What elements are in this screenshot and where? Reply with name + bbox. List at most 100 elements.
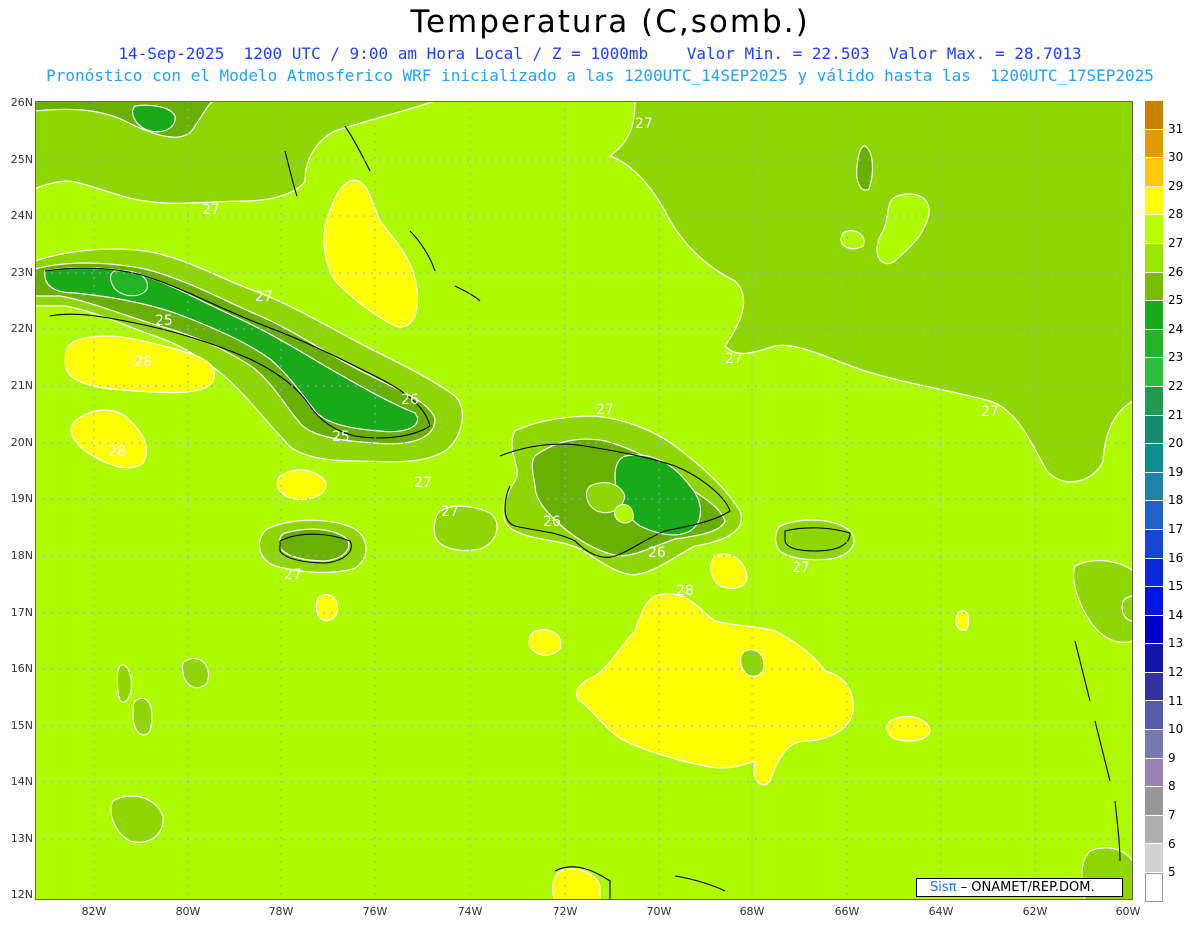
field-29-small-4 — [886, 715, 931, 742]
colorbar-segment — [1145, 529, 1163, 559]
colorbar-segment — [1145, 615, 1163, 645]
colorbar-segment — [1145, 873, 1163, 902]
contour-label: 26 — [648, 545, 666, 561]
colorbar-segment — [1145, 644, 1163, 673]
colorbar-segment — [1145, 844, 1163, 874]
colorbar-segment — [1145, 129, 1163, 159]
contour-label: 27 — [414, 475, 432, 491]
colorbar-segment — [1145, 701, 1163, 731]
lat-label: 12N — [10, 888, 33, 901]
subtitle-model-info: Pronóstico con el Modelo Atmosferico WRF… — [46, 66, 1154, 85]
colorbar-label: 31 — [1168, 121, 1184, 136]
contour-label: 27 — [284, 567, 302, 583]
colorbar-segment — [1145, 301, 1163, 330]
colorbar-label: 27 — [1168, 236, 1184, 250]
colorbar-label: 8 — [1168, 779, 1176, 794]
lat-label: 16N — [10, 662, 33, 675]
contour-label: 25 — [155, 313, 173, 329]
lat-label: 21N — [10, 379, 33, 392]
lat-label: 24N — [10, 209, 33, 222]
lat-label: 20N — [10, 436, 33, 449]
contour-label: 27 — [255, 289, 273, 305]
credit-brand: Sisπ — [930, 880, 957, 895]
temperature-map: 27 27 27 25 28 26 25 28 27 27 27 26 26 2… — [35, 101, 1133, 900]
colorbar-label: 11 — [1168, 693, 1184, 708]
colorbar-segment — [1145, 501, 1163, 530]
lat-label: 13N — [10, 832, 33, 845]
lon-label: 74W — [457, 905, 483, 918]
colorbar-label: 21 — [1168, 407, 1184, 422]
contour-label: 26 — [543, 514, 561, 530]
colorbar-segment — [1145, 186, 1163, 216]
contour-label: 27 — [635, 116, 653, 132]
lat-label: 23N — [10, 266, 33, 279]
colorbar-label: 6 — [1168, 836, 1176, 851]
colorbar-segment — [1145, 558, 1163, 588]
contour-label: 27 — [441, 504, 459, 520]
field-26-atlantic-spot — [856, 145, 874, 191]
field-27-puerto-rico — [774, 519, 855, 561]
field-29-small-3 — [315, 593, 339, 622]
colorbar-segment — [1145, 472, 1163, 502]
colorbar-label: 26 — [1168, 264, 1184, 279]
lat-label: 22N — [10, 322, 33, 335]
colorbar-label: 28 — [1168, 207, 1184, 222]
lat-label: 19N — [10, 492, 33, 505]
colorbar-segment — [1145, 787, 1163, 816]
contour-label: 27 — [792, 560, 810, 576]
colorbar — [1145, 101, 1163, 902]
colorbar-label: 30 — [1168, 150, 1184, 165]
colorbar-segment — [1145, 415, 1163, 445]
colorbar-label: 13 — [1168, 636, 1184, 651]
lon-label: 78W — [268, 905, 294, 918]
lon-label: 60W — [1115, 905, 1141, 918]
colorbar-segment — [1145, 272, 1163, 302]
colorbar-segment — [1145, 587, 1163, 616]
colorbar-label: 24 — [1168, 321, 1184, 336]
colorbar-label: 12 — [1168, 665, 1184, 679]
lon-label: 82W — [81, 905, 107, 918]
colorbar-segment — [1145, 329, 1163, 359]
field-27-patch-1 — [132, 697, 153, 736]
lon-label: 80W — [175, 905, 201, 918]
contour-label: 28 — [134, 354, 152, 370]
colorbar-label: 5 — [1168, 865, 1176, 880]
colorbar-segment — [1145, 101, 1163, 130]
colorbar-label: 25 — [1168, 293, 1184, 308]
colorbar-label: 18 — [1168, 493, 1184, 508]
colorbar-segment — [1145, 444, 1163, 473]
colorbar-segment — [1145, 815, 1163, 845]
lon-label: 68W — [739, 905, 765, 918]
colorbar-label: 29 — [1168, 178, 1184, 193]
colorbar-label: 7 — [1168, 808, 1176, 822]
colorbar-segment — [1145, 386, 1163, 416]
colorbar-segment — [1145, 243, 1163, 273]
lat-label: 25N — [10, 153, 33, 166]
lon-label: 64W — [928, 905, 954, 918]
contour-label: 26 — [401, 392, 419, 408]
lon-label: 70W — [646, 905, 672, 918]
contour-label: 27 — [981, 404, 999, 420]
contour-label: 25 — [332, 429, 350, 445]
colorbar-label: 22 — [1168, 379, 1184, 393]
colorbar-label: 10 — [1168, 722, 1184, 737]
credit-text: – ONAMET/REP.DOM. — [956, 880, 1095, 895]
lat-label: 14N — [10, 775, 33, 788]
colorbar-label: 16 — [1168, 550, 1184, 565]
colorbar-label: 23 — [1168, 350, 1184, 365]
lon-label: 76W — [362, 905, 388, 918]
colorbar-segment — [1145, 672, 1163, 702]
contour-label: 28 — [108, 444, 126, 460]
contour-label: 28 — [676, 583, 694, 599]
lon-label: 72W — [552, 905, 578, 918]
colorbar-label: 14 — [1168, 607, 1184, 622]
chart-title: Temperatura (C,somb.) — [410, 4, 810, 40]
colorbar-segment — [1145, 215, 1163, 244]
lat-label: 26N — [10, 96, 33, 109]
subtitle-valid-time: 14-Sep-2025 1200 UTC / 9:00 am Hora Loca… — [118, 44, 1082, 63]
colorbar-label: 15 — [1168, 579, 1184, 594]
colorbar-segment — [1145, 758, 1163, 788]
lat-label: 15N — [10, 719, 33, 732]
credit-box: Sisπ – ONAMET/REP.DOM. — [916, 878, 1123, 897]
colorbar-label: 20 — [1168, 436, 1184, 451]
